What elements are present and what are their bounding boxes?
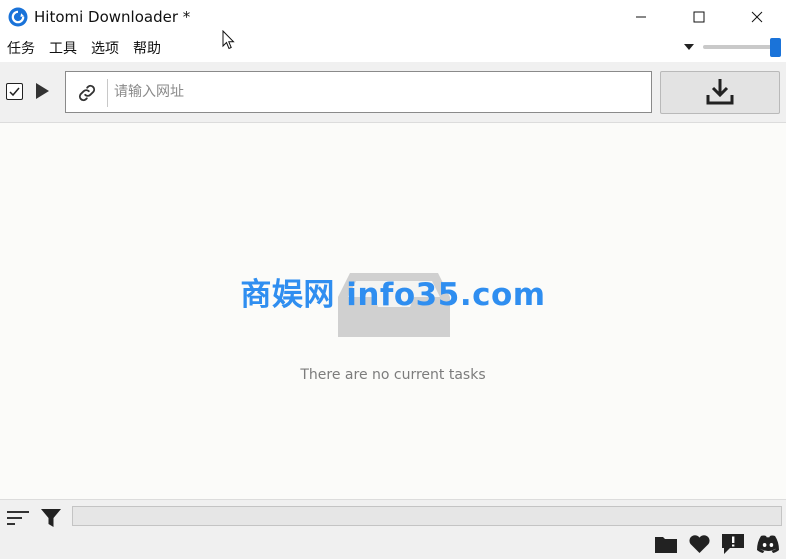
menu-bar: 任务 工具 选项 帮助 bbox=[0, 34, 786, 62]
window-controls bbox=[612, 0, 786, 34]
discord-icon[interactable] bbox=[756, 535, 780, 553]
menu-tasks[interactable]: 任务 bbox=[0, 38, 42, 58]
empty-message: There are no current tasks bbox=[300, 367, 486, 383]
watermark-text: 商娱网 info35.com bbox=[240, 277, 546, 313]
url-input[interactable] bbox=[114, 77, 644, 107]
link-icon bbox=[76, 82, 98, 104]
select-all-checkbox[interactable] bbox=[6, 83, 23, 100]
start-button[interactable] bbox=[36, 83, 49, 99]
task-list-area: 商娱网 info35.com There are no current task… bbox=[0, 123, 786, 499]
menu-help[interactable]: 帮助 bbox=[126, 38, 168, 58]
toolbar bbox=[0, 62, 786, 123]
url-box bbox=[65, 71, 652, 113]
download-icon bbox=[705, 76, 735, 110]
mouse-cursor-icon bbox=[222, 29, 236, 54]
title-bar: Hitomi Downloader * bbox=[0, 0, 786, 34]
volume-slider-thumb[interactable] bbox=[770, 38, 781, 57]
app-logo-icon bbox=[8, 7, 28, 27]
window-title: Hitomi Downloader * bbox=[34, 8, 191, 26]
minimize-button[interactable] bbox=[612, 0, 670, 34]
heart-icon[interactable] bbox=[689, 535, 710, 553]
close-button[interactable] bbox=[728, 0, 786, 34]
folder-icon[interactable] bbox=[655, 535, 677, 553]
volume-dropdown-icon[interactable] bbox=[684, 44, 694, 50]
filter-icon[interactable] bbox=[41, 508, 61, 532]
volume-slider-track[interactable] bbox=[703, 45, 775, 49]
url-separator bbox=[107, 79, 108, 107]
bottom-bar bbox=[0, 499, 786, 559]
menu-tools[interactable]: 工具 bbox=[42, 38, 84, 58]
maximize-button[interactable] bbox=[670, 0, 728, 34]
download-button[interactable] bbox=[660, 71, 780, 114]
sort-icon[interactable] bbox=[7, 510, 29, 530]
feedback-icon[interactable] bbox=[722, 534, 744, 554]
bottom-icons bbox=[655, 534, 780, 554]
menu-options[interactable]: 选项 bbox=[84, 38, 126, 58]
search-input[interactable] bbox=[72, 506, 782, 526]
